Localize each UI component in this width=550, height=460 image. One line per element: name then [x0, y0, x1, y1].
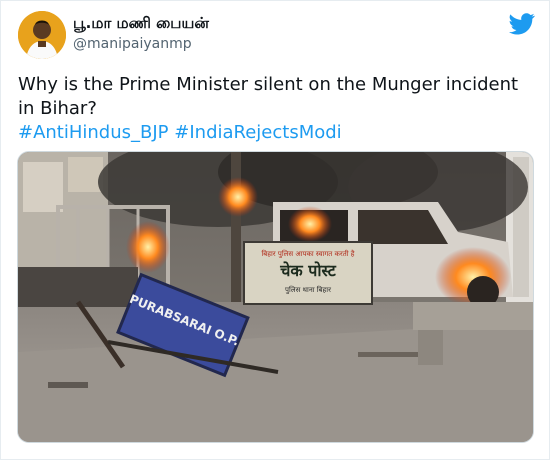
tweet-card[interactable]: பூ.மா மணி பையன் @manipaiyanmp Why is the…	[0, 0, 550, 460]
booth-sign-line2: पुलिस थाना बिहार	[285, 285, 331, 294]
avatar-image	[18, 11, 66, 59]
booth-sign-title: चेक पोस्ट	[279, 261, 336, 280]
tweet-photo[interactable]: बिहार पुलिस आपका स्वागत करती है चेक पोस्…	[17, 151, 534, 443]
burning-vehicles-photo: बिहार पुलिस आपका स्वागत करती है चेक पोस्…	[18, 152, 533, 442]
hashtag-link[interactable]: #AntiHindus_BJP	[18, 122, 169, 143]
booth-sign-line1: बिहार पुलिस आपका स्वागत करती है	[261, 249, 354, 258]
author-name[interactable]: பூ.மா மணி பையன்	[73, 14, 209, 34]
hashtag-row: #AntiHindus_BJP #IndiaRejectsModi	[18, 121, 342, 145]
tweet-text: Why is the Prime Minister silent on the …	[18, 74, 519, 119]
twitter-bird-icon[interactable]	[509, 13, 535, 35]
hashtag-link[interactable]: #IndiaRejectsModi	[174, 122, 341, 143]
author-handle[interactable]: @manipaiyanmp	[73, 36, 192, 52]
avatar[interactable]	[18, 11, 66, 59]
